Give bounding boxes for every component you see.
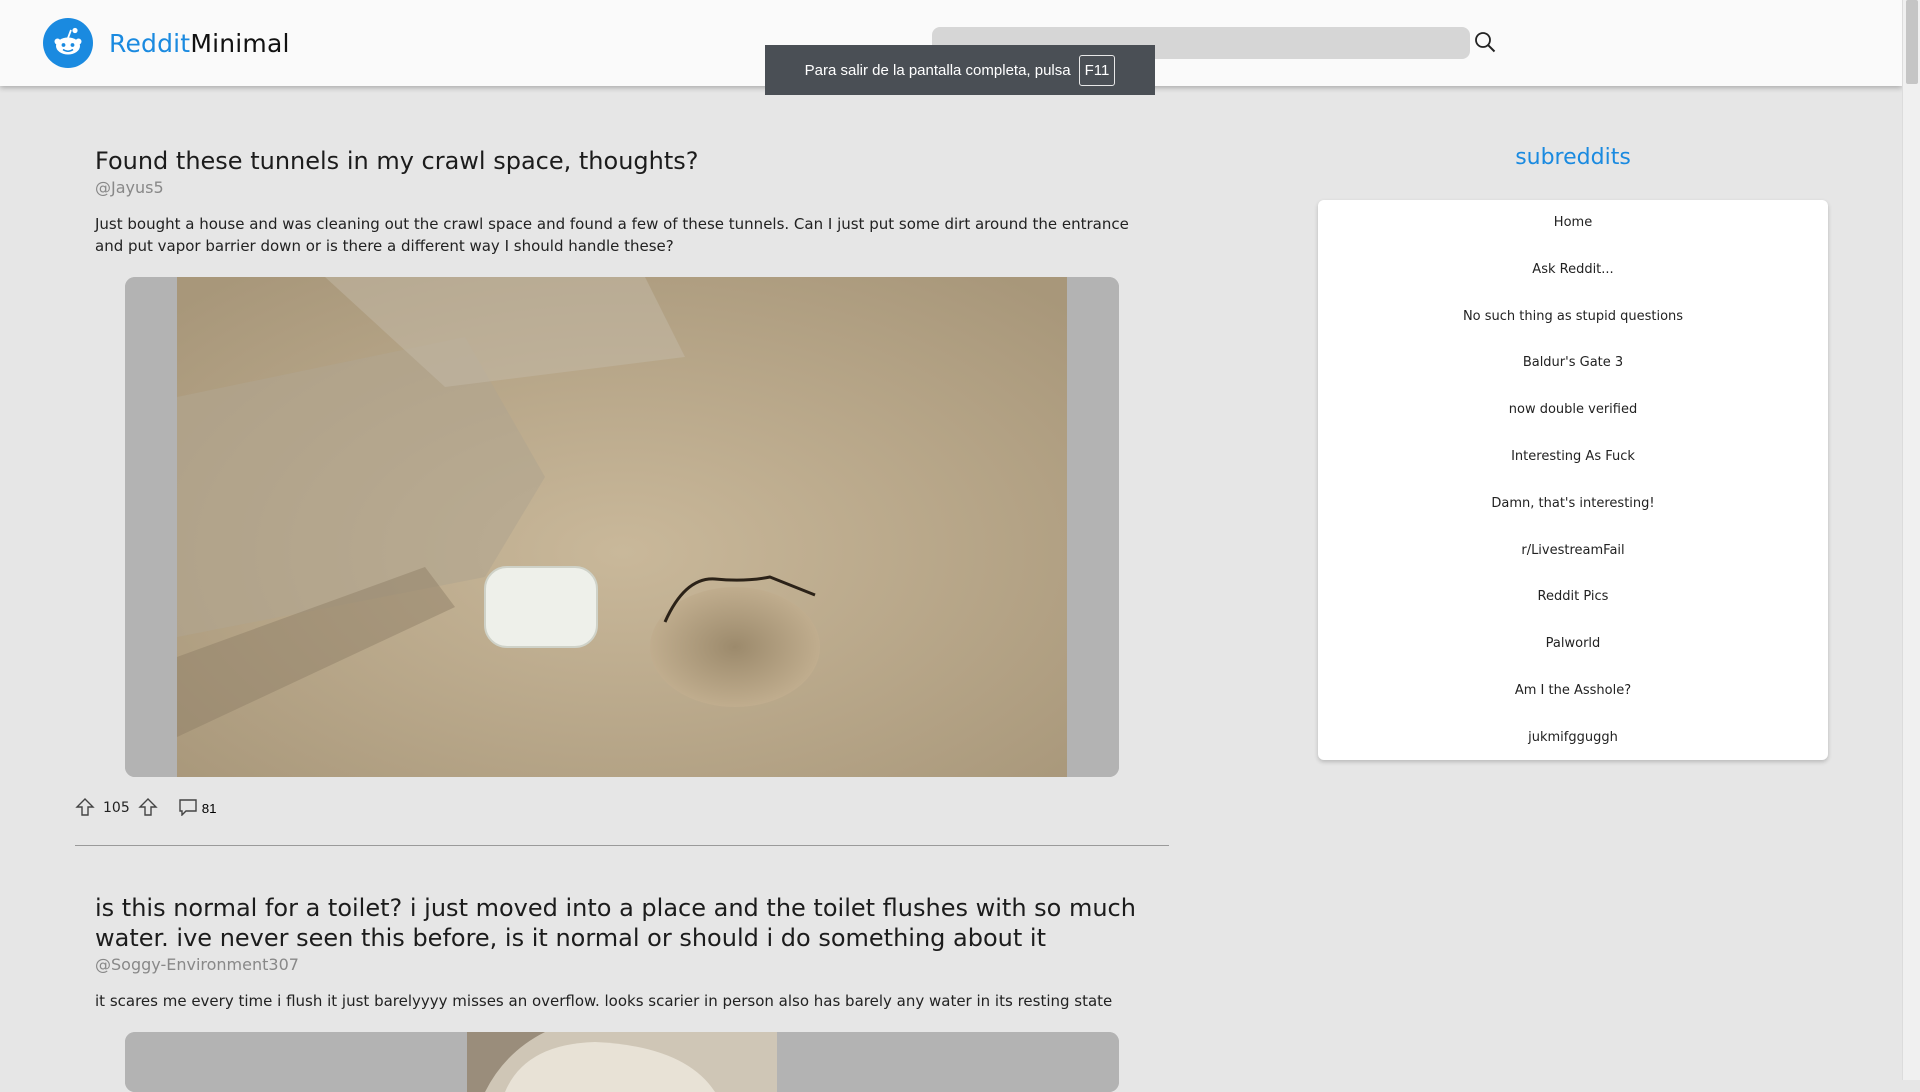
scrollbar-thumb[interactable]	[1906, 0, 1918, 84]
sidebar-item-ask-reddit[interactable]: Ask Reddit...	[1318, 259, 1828, 306]
sidebar-item-baldurs-gate-3[interactable]: Baldur's Gate 3	[1318, 352, 1828, 399]
upvote-arrow-icon	[138, 797, 158, 820]
post-divider	[75, 845, 1169, 846]
post: Found these tunnels in my crawl space, t…	[75, 146, 1169, 846]
post-author[interactable]: @Soggy-Environment307	[95, 955, 1169, 974]
fullscreen-key: F11	[1078, 54, 1116, 86]
post-text: Just bought a house and was cleaning out…	[95, 215, 1129, 255]
sidebar-item-interesting-as-fuck[interactable]: Interesting As Fuck	[1318, 446, 1828, 493]
sidebar-item-palworld[interactable]: Palworld	[1318, 633, 1828, 680]
downvote-button[interactable]	[138, 797, 158, 820]
post-image[interactable]	[125, 277, 1119, 777]
post-author[interactable]: @Jayus5	[95, 178, 1169, 197]
app-name: RedditMinimal	[109, 28, 290, 58]
sidebar-item-am-i-the-asshole[interactable]: Am I the Asshole?	[1318, 680, 1828, 727]
post-image[interactable]	[125, 1032, 1119, 1092]
toilet-photo	[125, 1032, 1119, 1092]
sidebar-item-damn-thats-interesting[interactable]: Damn, that's interesting!	[1318, 493, 1828, 540]
post-title[interactable]: is this normal for a toilet? i just move…	[95, 893, 1169, 953]
page-scrollbar[interactable]	[1902, 0, 1920, 1080]
sidebar-item-reddit-pics[interactable]: Reddit Pics	[1318, 586, 1828, 633]
sidebar-title: subreddits	[1515, 145, 1631, 170]
sidebar-item-now-double-verified[interactable]: now double verified	[1318, 399, 1828, 446]
post-title[interactable]: Found these tunnels in my crawl space, t…	[95, 146, 1169, 176]
post: is this normal for a toilet? i just move…	[75, 893, 1169, 1092]
comment-bubble-icon	[178, 798, 198, 819]
fullscreen-exit-toast: Para salir de la pantalla completa, puls…	[765, 45, 1155, 95]
sidebar-item-livestreamfail[interactable]: r/LivestreamFail	[1318, 540, 1828, 587]
comment-count: 81	[201, 800, 217, 816]
post-text: it scares me every time i flush it just …	[95, 992, 1113, 1010]
post-actions: 105 81	[75, 795, 1169, 821]
crawl-space-photo	[125, 277, 1119, 777]
search-button[interactable]	[1470, 28, 1500, 58]
sidebar-item-jukmifgguggh[interactable]: jukmifgguggh	[1318, 727, 1828, 774]
comments-button[interactable]: 81	[178, 798, 217, 819]
upvote-button[interactable]	[75, 797, 95, 820]
fullscreen-toast-text: Para salir de la pantalla completa, puls…	[804, 61, 1071, 79]
vote-count: 105	[103, 800, 130, 816]
search-icon	[1474, 31, 1496, 56]
sidebar-item-home[interactable]: Home	[1318, 212, 1828, 259]
sidebar-item-no-stupid-questions[interactable]: No such thing as stupid questions	[1318, 306, 1828, 353]
reddit-logo-icon	[43, 18, 93, 68]
logo[interactable]: RedditMinimal	[43, 18, 290, 68]
upvote-arrow-icon	[75, 797, 95, 820]
subreddit-list: Home Ask Reddit... No such thing as stup…	[1318, 200, 1828, 760]
